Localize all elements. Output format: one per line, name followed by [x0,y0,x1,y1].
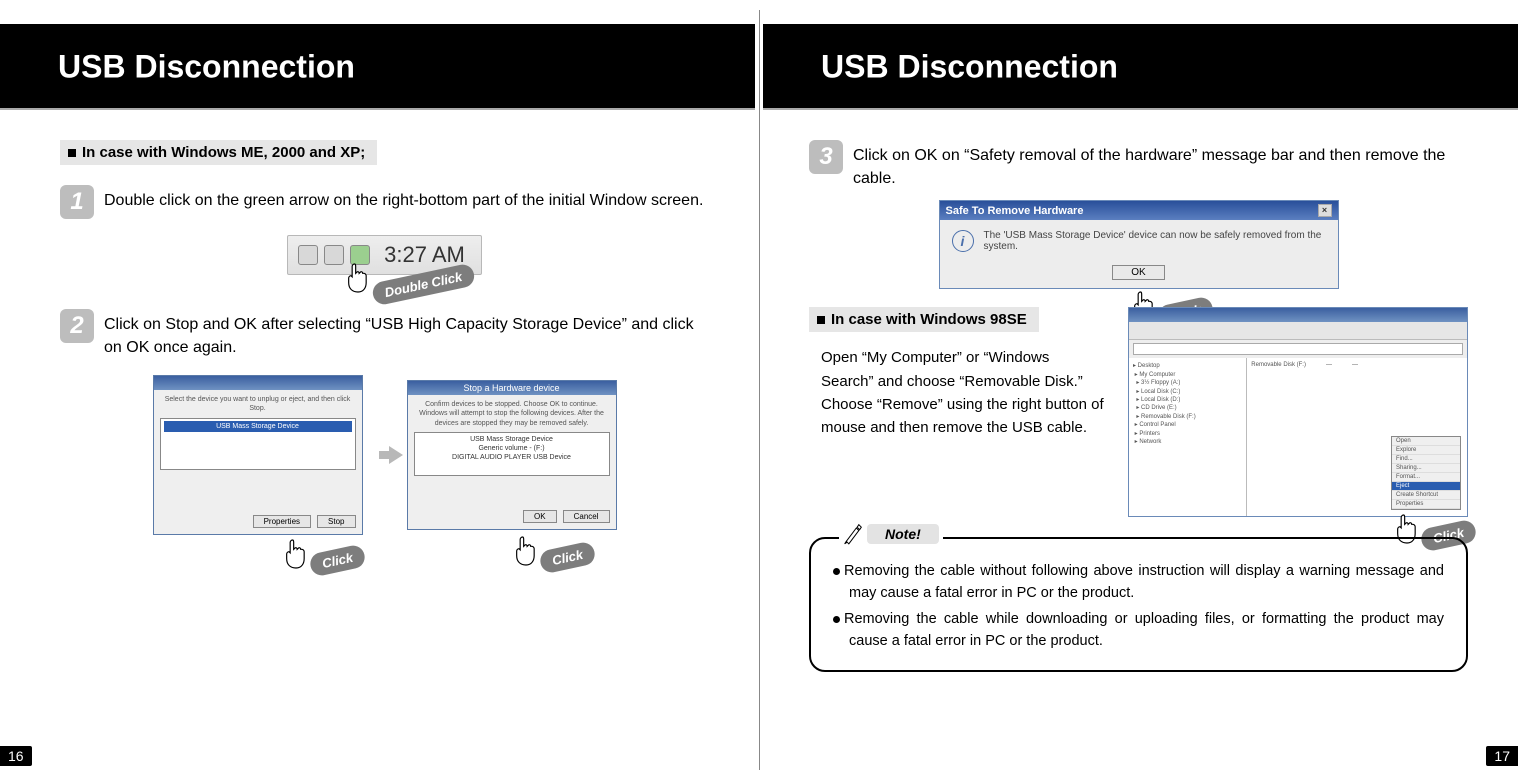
subheading-me-2000-xp: In case with Windows ME, 2000 and XP; [60,140,377,165]
stop-hardware-dialog: Stop a Hardware device Confirm devices t… [407,380,617,530]
context-menu: Open Explore Find... Sharing... Format..… [1391,436,1461,510]
note-block: Note! Removing the cable without followi… [809,537,1468,672]
step-2-text: Click on Stop and OK after selecting “US… [104,309,709,359]
step-number-1: 1 [60,185,94,219]
step-2: 2 Click on Stop and OK after selecting “… [60,309,709,359]
click-label: Click [539,541,598,575]
header-banner-left: USB Disconnection [0,24,755,110]
step2-dialogs: Select the device you want to unplug or … [60,375,709,535]
click-label: Click [309,544,368,578]
cancel-button: Cancel [563,510,610,523]
ok-button: OK [523,510,557,523]
close-icon: × [1318,204,1332,217]
win98se-instructions: Open “My Computer” or “Windows Search” a… [809,346,1106,439]
note-label: Note! [867,524,939,544]
step-3: 3 Click on OK on “Safety removal of the … [809,140,1468,190]
windows-explorer-window: ▸ Desktop ▸ My Computer ▸ 3½ Floppy (A:)… [1128,307,1468,517]
square-bullet-icon [817,316,825,324]
step-number-2: 2 [60,309,94,343]
bullet-icon [833,568,840,575]
taskbar-illustration: 3:27 AM Double Click [60,235,709,275]
manual-spread: USB Disconnection In case with Windows M… [0,0,1518,780]
right-content: 3 Click on OK on “Safety removal of the … [759,110,1518,672]
step-number-3: 3 [809,140,843,174]
page-number-left: 16 [0,746,32,766]
properties-button: Properties [253,515,311,528]
stop-button: Stop [317,515,355,528]
header-banner-right: USB Disconnection [763,24,1518,110]
system-tray: 3:27 AM Double Click [287,235,482,275]
tray-icon [298,245,318,265]
cursor-hand-icon [344,260,372,296]
page-title: USB Disconnection [821,49,1498,86]
safe-remove-dialog: Safe To Remove Hardware × i The 'USB Mas… [939,200,1339,289]
ok-button: OK [1112,265,1164,280]
context-menu-eject: Eject [1392,482,1460,491]
unplug-hardware-dialog: Select the device you want to unplug or … [153,375,363,535]
note-item: Removing the cable without following abo… [833,561,1444,605]
subheading-98se: In case with Windows 98SE [809,307,1039,332]
page-number-right: 17 [1486,746,1518,766]
left-content: In case with Windows ME, 2000 and XP; 1 … [0,110,759,535]
explorer-file-list: Removable Disk (F:)—— Open Explore Find.… [1247,358,1467,516]
info-icon: i [952,230,974,252]
cursor-hand-icon [282,536,310,572]
step-1: 1 Double click on the green arrow on the… [60,185,709,219]
page-title: USB Disconnection [58,49,735,86]
note-item: Removing the cable while downloading or … [833,609,1444,653]
step-1-text: Double click on the green arrow on the r… [104,185,703,212]
explorer-tree: ▸ Desktop ▸ My Computer ▸ 3½ Floppy (A:)… [1129,358,1247,516]
safe-remove-dialog-illustration: Safe To Remove Hardware × i The 'USB Mas… [809,200,1468,289]
square-bullet-icon [68,149,76,157]
tray-icon [324,245,344,265]
cursor-hand-icon [512,533,540,569]
step-3-text: Click on OK on “Safety removal of the ha… [853,140,1468,190]
bullet-icon [833,616,840,623]
page-16: USB Disconnection In case with Windows M… [0,0,759,780]
arrow-right-icon [389,446,403,464]
double-click-label: Double Click [371,263,476,307]
pencil-icon [843,523,863,545]
page-17: USB Disconnection 3 Click on OK on “Safe… [759,0,1518,780]
win98se-section: In case with Windows 98SE Open “My Compu… [809,307,1468,517]
